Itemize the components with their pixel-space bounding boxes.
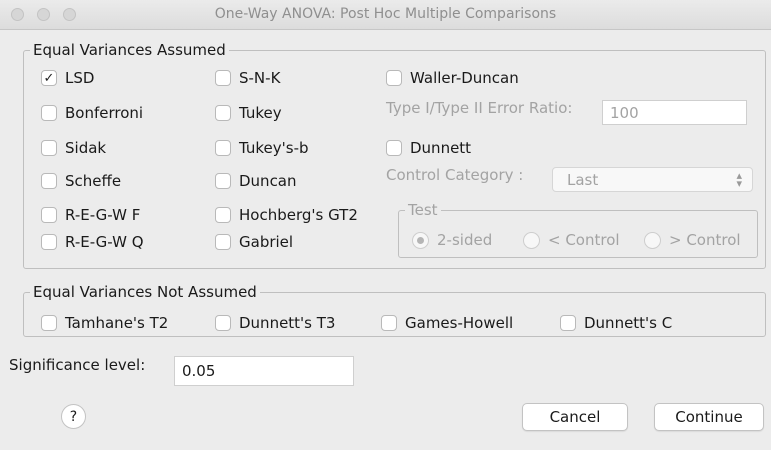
continue-button[interactable]: Continue — [654, 403, 764, 431]
radio-label: < Control — [548, 231, 620, 249]
checkbox-tamhane-t2[interactable]: Tamhane's T2 — [41, 314, 168, 332]
checkbox-label: R-E-G-W Q — [65, 233, 144, 251]
window-title: One-Way ANOVA: Post Hoc Multiple Compari… — [214, 6, 557, 22]
checkbox-box — [41, 234, 57, 250]
title-bar: One-Way ANOVA: Post Hoc Multiple Compari… — [0, 0, 771, 30]
checkbox-regwq[interactable]: R-E-G-W Q — [41, 233, 144, 251]
radio-indicator — [523, 231, 540, 249]
checkbox-waller-duncan[interactable]: Waller-Duncan — [386, 69, 519, 87]
significance-level-label: Significance level: — [9, 356, 146, 374]
checkbox-label: Tukey — [239, 104, 282, 122]
checkbox-dunnett[interactable]: Dunnett — [386, 139, 471, 157]
updown-chevron-icon: ▴ ▾ — [736, 169, 742, 190]
checkbox-box — [560, 315, 576, 331]
help-button[interactable]: ? — [61, 404, 86, 429]
checkbox-label: Duncan — [239, 172, 297, 190]
radio-less-than-control[interactable]: < Control — [523, 231, 620, 249]
checkbox-label: Bonferroni — [65, 104, 144, 122]
significance-level-input[interactable]: 0.05 — [174, 356, 354, 386]
checkbox-label: Scheffe — [65, 172, 122, 190]
checkbox-dunnett-t3[interactable]: Dunnett's T3 — [215, 314, 335, 332]
checkbox-box — [215, 173, 231, 189]
checkbox-label: Waller-Duncan — [410, 69, 519, 87]
checkbox-label: Sidak — [65, 139, 107, 157]
checkbox-box — [215, 207, 231, 223]
control-category-value: Last — [567, 170, 599, 189]
checkbox-scheffe[interactable]: Scheffe — [41, 172, 121, 190]
test-legend: Test — [408, 201, 438, 219]
checkbox-label: LSD — [65, 69, 95, 87]
checkbox-regwf[interactable]: R-E-G-W F — [41, 206, 140, 224]
checkbox-box — [215, 70, 231, 86]
checkmark-icon: ✓ — [41, 70, 57, 86]
checkbox-games-howell[interactable]: Games-Howell — [381, 314, 513, 332]
checkbox-label: S-N-K — [239, 69, 281, 87]
checkbox-box — [381, 315, 397, 331]
checkbox-label: Tukey's-b — [239, 139, 309, 157]
control-category-select[interactable]: Last ▴ ▾ — [552, 167, 753, 192]
checkbox-box — [41, 315, 57, 331]
checkbox-box — [386, 70, 402, 86]
error-ratio-field[interactable]: 100 — [602, 100, 747, 125]
checkbox-dunnett-c[interactable]: Dunnett's C — [560, 314, 672, 332]
test-group: Test — [398, 202, 758, 258]
error-ratio-label: Type I/Type II Error Ratio: — [386, 99, 573, 117]
cancel-button[interactable]: Cancel — [522, 403, 628, 431]
checkbox-box — [215, 140, 231, 156]
checkbox-gabriel[interactable]: Gabriel — [215, 233, 293, 251]
radio-label: 2-sided — [437, 231, 493, 249]
checkbox-label: R-E-G-W F — [65, 206, 141, 224]
checkbox-label: Gabriel — [239, 233, 294, 251]
checkbox-sidak[interactable]: Sidak — [41, 139, 106, 157]
checkbox-box — [41, 140, 57, 156]
checkbox-tukey[interactable]: Tukey — [215, 104, 282, 122]
checkbox-tukeys-b[interactable]: Tukey's-b — [215, 139, 309, 157]
checkbox-label: Dunnett's T3 — [239, 314, 336, 332]
radio-indicator — [644, 231, 661, 249]
checkbox-label: Hochberg's GT2 — [239, 206, 358, 224]
checkbox-box — [215, 315, 231, 331]
checkbox-label: Dunnett's C — [584, 314, 673, 332]
group-legend: Equal Variances Not Assumed — [33, 283, 257, 301]
radio-2-sided[interactable]: 2-sided — [412, 231, 492, 249]
checkbox-box — [41, 173, 57, 189]
radio-greater-than-control[interactable]: > Control — [644, 231, 741, 249]
checkbox-label: Dunnett — [410, 139, 472, 157]
radio-indicator — [412, 231, 429, 249]
checkbox-box — [41, 207, 57, 223]
checkbox-duncan[interactable]: Duncan — [215, 172, 297, 190]
radio-label: > Control — [669, 231, 741, 249]
checkbox-box — [215, 234, 231, 250]
checkbox-label: Tamhane's T2 — [65, 314, 169, 332]
group-legend: Equal Variances Assumed — [33, 41, 226, 59]
checkbox-hochberg-gt2[interactable]: Hochberg's GT2 — [215, 206, 358, 224]
checkbox-bonferroni[interactable]: Bonferroni — [41, 104, 143, 122]
checkbox-box — [41, 105, 57, 121]
checkbox-box — [386, 140, 402, 156]
control-category-label: Control Category : — [386, 166, 524, 184]
checkbox-lsd[interactable]: ✓ LSD — [41, 69, 94, 87]
checkbox-box — [215, 105, 231, 121]
checkbox-snk[interactable]: S-N-K — [215, 69, 280, 87]
checkbox-label: Games-Howell — [405, 314, 514, 332]
